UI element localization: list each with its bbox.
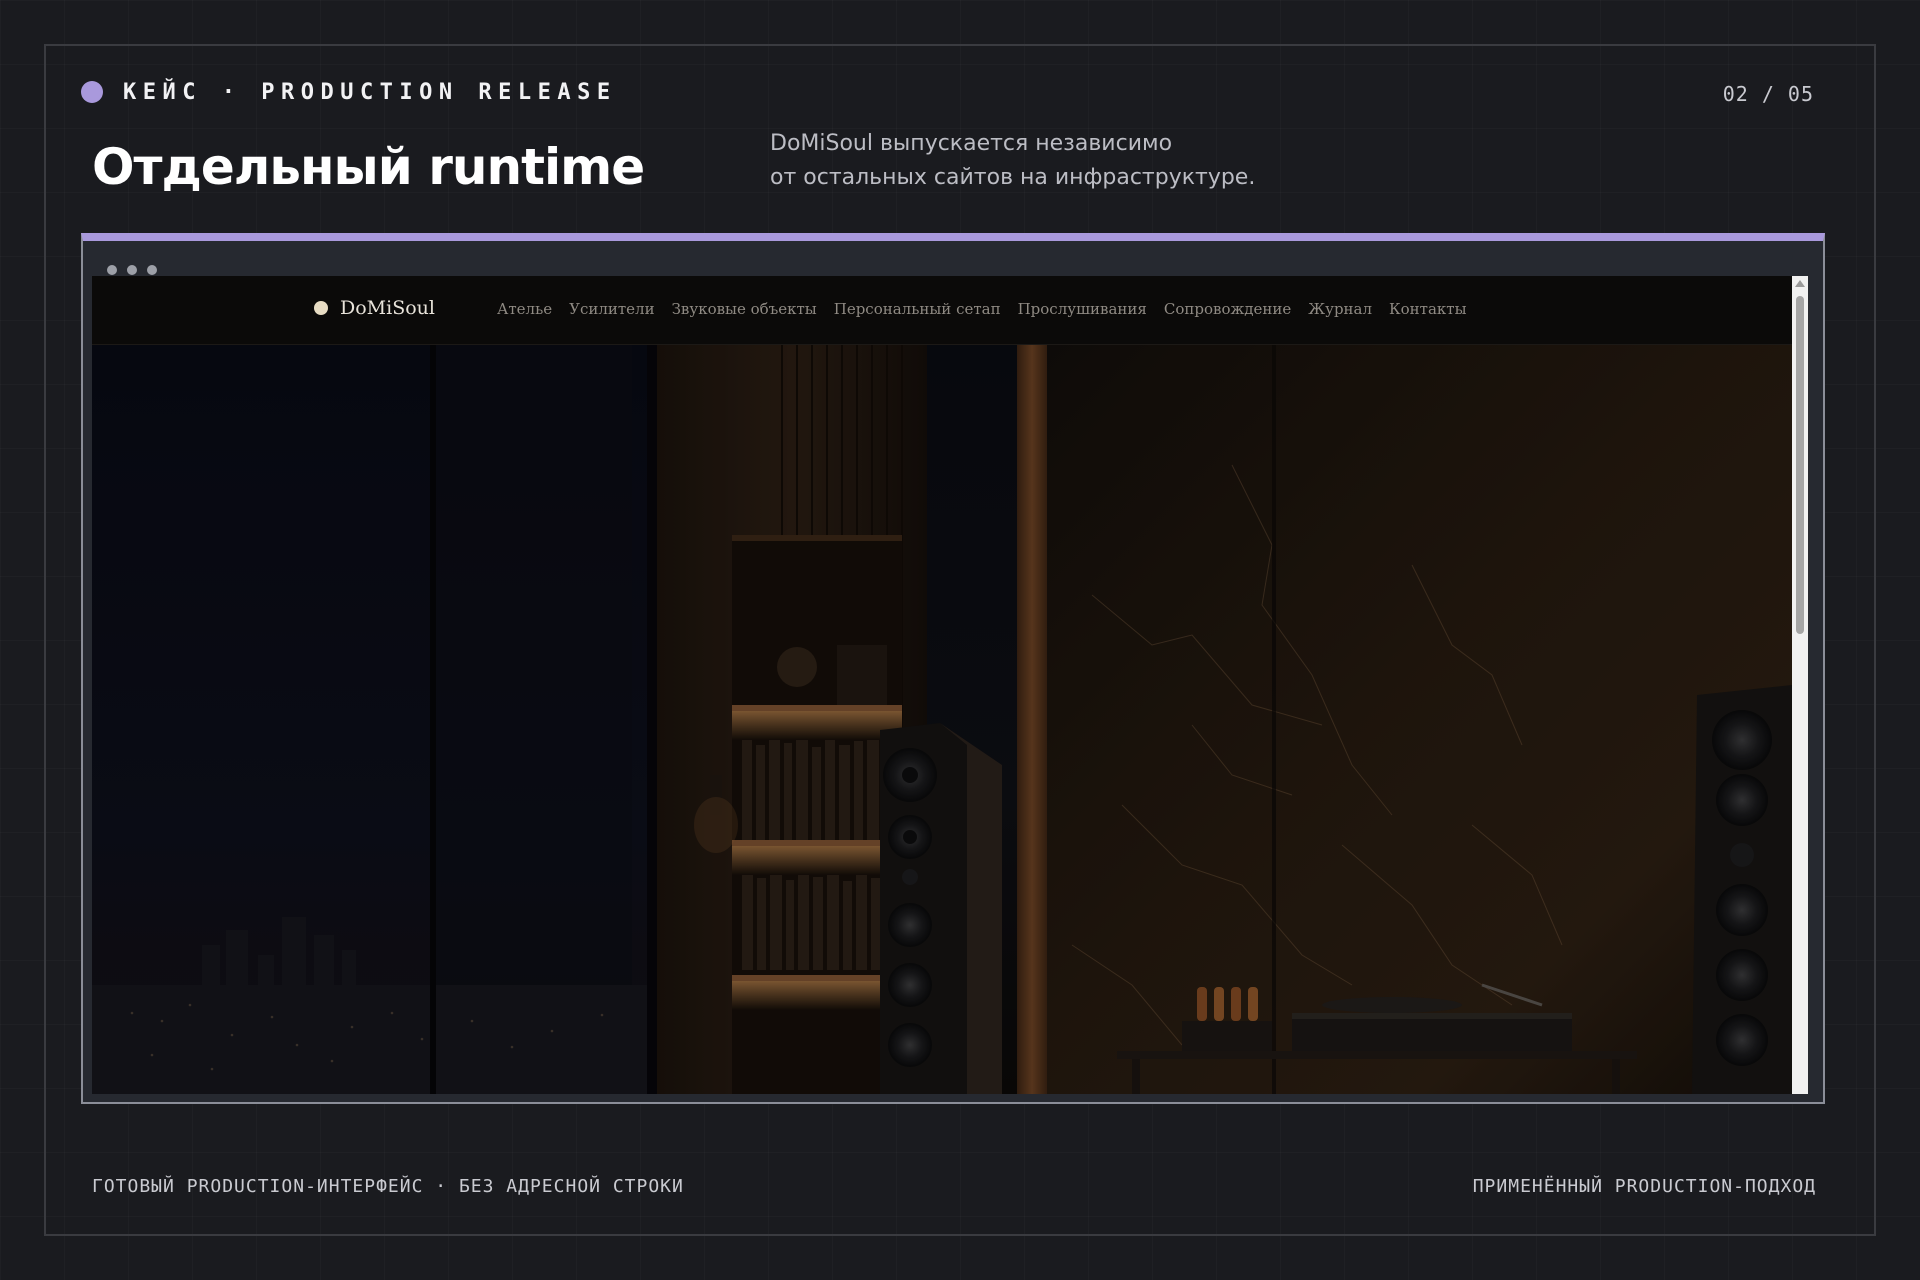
viewport-scrollbar[interactable]: [1792, 276, 1808, 1094]
browser-viewport: DoMiSoul Ателье Усилители Звуковые объек…: [92, 276, 1808, 1094]
nav-link-journal[interactable]: Журнал: [1308, 300, 1372, 318]
listening-room-illustration: [92, 345, 1792, 1094]
nav-link-support[interactable]: Сопровождение: [1164, 300, 1291, 318]
nav-link-personal-setup[interactable]: Персональный сетап: [834, 300, 1001, 318]
kicker-dot-icon: [81, 81, 103, 103]
browser-window: DoMiSoul Ателье Усилители Звуковые объек…: [81, 233, 1825, 1104]
window-dot-icon[interactable]: [127, 265, 137, 275]
site-navbar: DoMiSoul Ателье Усилители Звуковые объек…: [92, 276, 1792, 345]
scroll-up-icon[interactable]: [1795, 280, 1805, 287]
site-brand[interactable]: DoMiSoul: [314, 297, 435, 319]
slide-title: Отдельный runtime: [92, 138, 645, 196]
footer-right-caption: ПРИМЕНЁННЫЙ PRODUCTION-ПОДХОД: [1472, 1176, 1816, 1197]
window-dot-icon[interactable]: [147, 265, 157, 275]
window-dot-icon[interactable]: [107, 265, 117, 275]
nav-link-sound-objects[interactable]: Звуковые объекты: [672, 300, 817, 318]
slide-pager: 02 / 05: [1722, 82, 1814, 106]
brand-dot-icon: [314, 301, 328, 315]
hero-image: [92, 345, 1792, 1094]
brand-name: DoMiSoul: [340, 297, 435, 319]
nav-link-atelier[interactable]: Ателье: [497, 300, 552, 318]
nav-link-listenings[interactable]: Прослушивания: [1018, 300, 1147, 318]
kicker: КЕЙС · PRODUCTION RELEASE: [81, 79, 617, 105]
window-controls: [107, 265, 157, 275]
site-nav-links: Ателье Усилители Звуковые объекты Персон…: [497, 300, 1467, 318]
scroll-thumb[interactable]: [1796, 296, 1804, 634]
subtitle-line: от остальных сайтов на инфраструктуре.: [770, 165, 1256, 190]
kicker-label: КЕЙС · PRODUCTION RELEASE: [123, 79, 617, 105]
nav-link-contacts[interactable]: Контакты: [1389, 300, 1467, 318]
footer-left-caption: ГОТОВЫЙ PRODUCTION-ИНТЕРФЕЙС · БЕЗ АДРЕС…: [92, 1176, 684, 1197]
subtitle-line: DoMiSoul выпускается независимо: [770, 131, 1173, 156]
nav-link-amplifiers[interactable]: Усилители: [569, 300, 654, 318]
slide-subtitle: DoMiSoul выпускается независимо от остал…: [770, 127, 1255, 195]
